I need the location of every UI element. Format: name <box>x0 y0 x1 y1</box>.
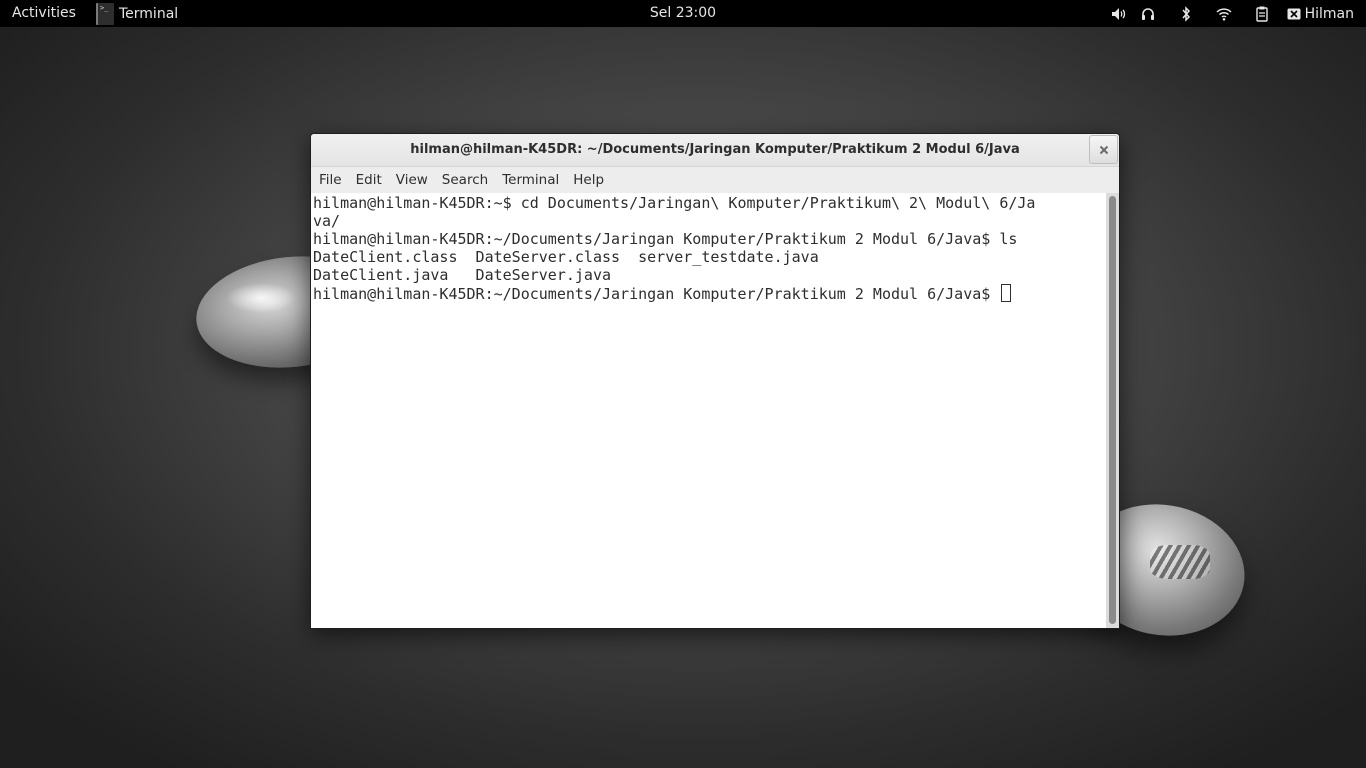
user-icon <box>1287 8 1301 20</box>
terminal-prompt-line[interactable]: hilman@hilman-K45DR:~/Documents/Jaringan… <box>313 284 1106 303</box>
menu-help[interactable]: Help <box>566 167 611 193</box>
terminal-cursor <box>1001 284 1012 302</box>
terminal-line: DateClient.java DateServer.java <box>313 266 612 284</box>
app-menu-terminal[interactable]: Terminal <box>96 0 178 27</box>
menu-file[interactable]: File <box>312 167 349 193</box>
terminal-prompt: hilman@hilman-K45DR:~/Documents/Jaringan… <box>313 285 1000 303</box>
app-menu-label: Terminal <box>119 5 179 22</box>
volume-icon[interactable] <box>1109 4 1129 24</box>
bluetooth-icon[interactable] <box>1176 4 1196 24</box>
terminal-window: hilman@hilman-K45DR: ~/Documents/Jaringa… <box>310 133 1120 629</box>
water-drop-left-highlight <box>226 283 296 313</box>
system-tray: Hilman <box>1100 0 1366 27</box>
window-titlebar[interactable]: hilman@hilman-K45DR: ~/Documents/Jaringa… <box>311 134 1119 167</box>
terminal-line: DateClient.class DateServer.class server… <box>313 248 819 266</box>
menu-edit[interactable]: Edit <box>349 167 389 193</box>
scrollbar-thumb[interactable] <box>1109 196 1116 624</box>
menu-bar: File Edit View Search Terminal Help <box>311 167 1119 193</box>
terminal-icon <box>96 2 114 25</box>
top-bar: Activities Terminal Sel 23:00 <box>0 0 1366 27</box>
menu-view[interactable]: View <box>389 167 435 193</box>
window-title: hilman@hilman-K45DR: ~/Documents/Jaringa… <box>410 142 1020 157</box>
close-button[interactable] <box>1089 135 1118 164</box>
headphones-icon[interactable] <box>1138 4 1158 24</box>
terminal-output[interactable]: hilman@hilman-K45DR:~$ cd Documents/Jari… <box>311 193 1106 628</box>
close-icon <box>1099 140 1109 159</box>
scrollbar[interactable] <box>1106 193 1119 628</box>
terminal-line: hilman@hilman-K45DR:~$ cd Documents/Jari… <box>313 194 1036 212</box>
wifi-icon[interactable] <box>1214 4 1234 24</box>
menu-terminal[interactable]: Terminal <box>495 167 566 193</box>
water-drop-right-reflection <box>1150 545 1210 579</box>
user-name: Hilman <box>1304 5 1354 22</box>
clipboard-icon[interactable] <box>1252 4 1272 24</box>
activities-button[interactable]: Activities <box>12 5 76 21</box>
clock[interactable]: Sel 23:00 <box>650 5 716 21</box>
user-menu[interactable]: Hilman <box>1287 6 1354 22</box>
menu-search[interactable]: Search <box>435 167 495 193</box>
terminal-line: hilman@hilman-K45DR:~/Documents/Jaringan… <box>313 230 1018 248</box>
terminal-line: va/ <box>313 212 341 230</box>
